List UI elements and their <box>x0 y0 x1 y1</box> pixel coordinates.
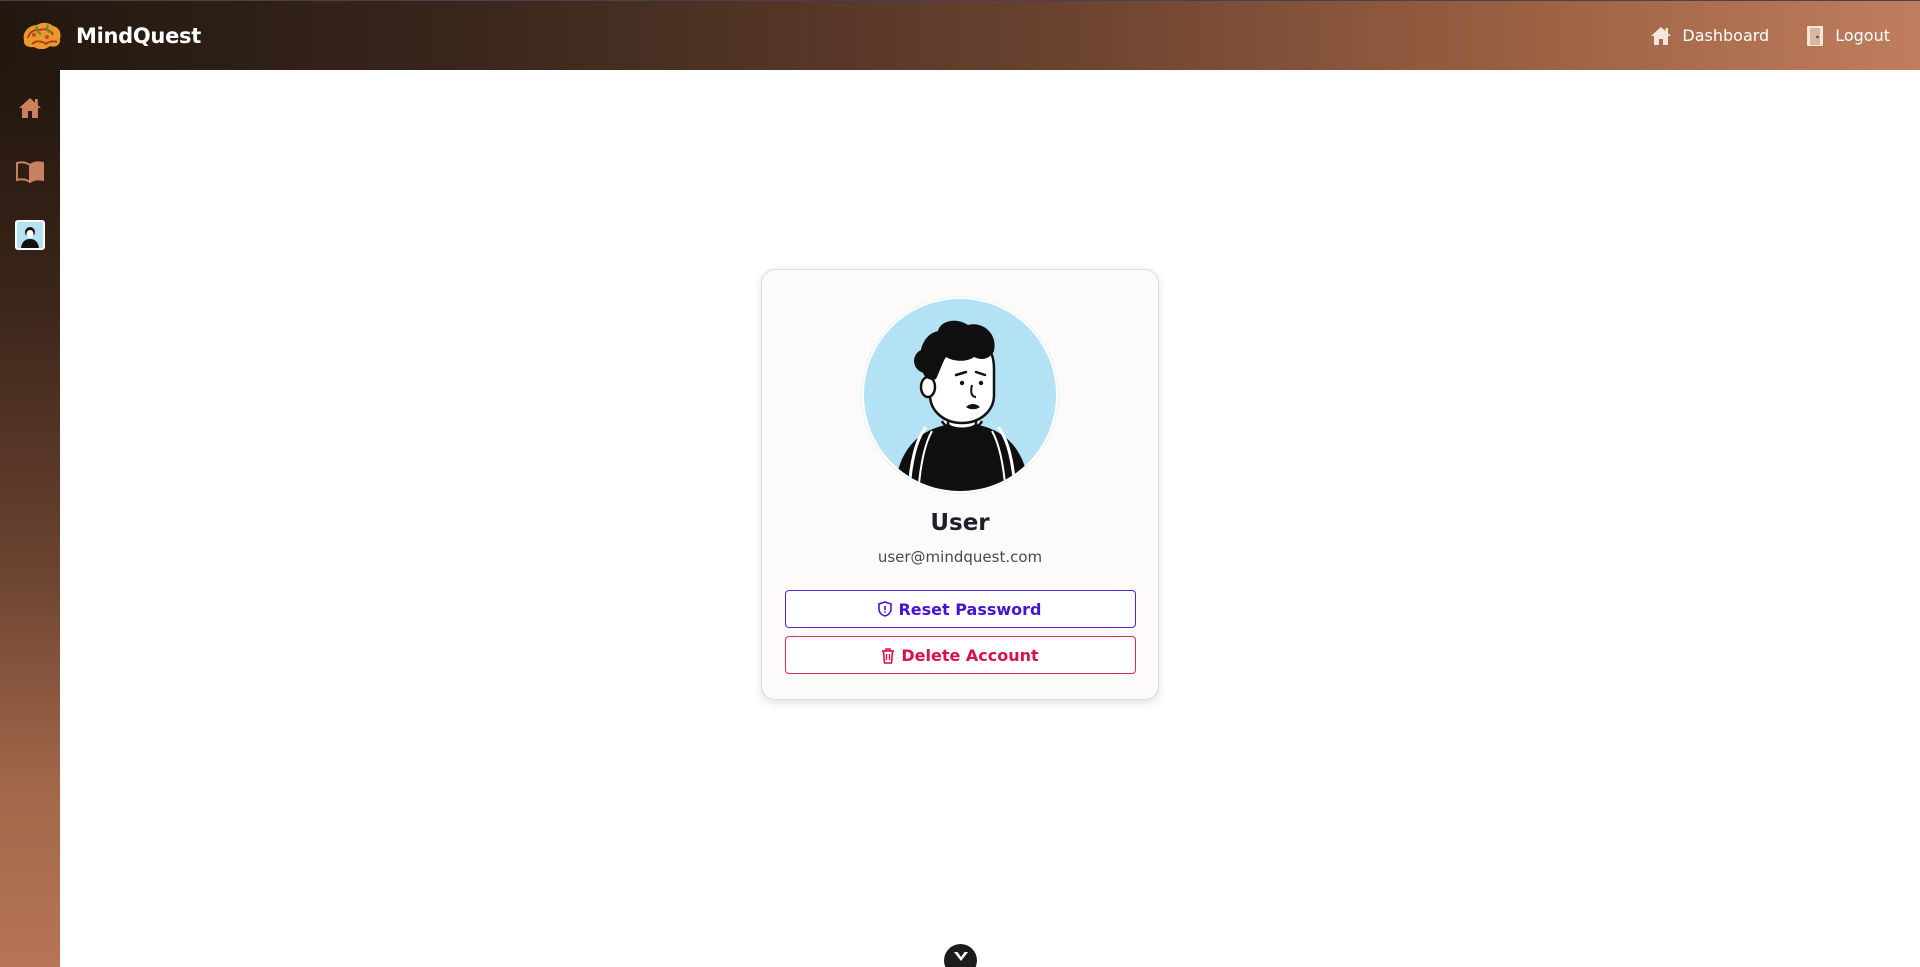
avatar <box>15 220 45 250</box>
sidebar-item-profile[interactable] <box>12 217 48 253</box>
vue-devtools-toggle[interactable] <box>944 944 977 967</box>
user-email: user@mindquest.com <box>877 548 1043 566</box>
profile-card: User user@mindquest.com Reset Password D… <box>761 269 1159 700</box>
top-navbar: MindQuest Dashboard Logout <box>0 0 1920 70</box>
door-icon <box>1807 25 1824 46</box>
reset-password-label: Reset Password <box>898 599 1042 619</box>
dashboard-label: Dashboard <box>1682 26 1770 45</box>
person-illustration <box>894 320 1030 491</box>
home-icon <box>1651 26 1672 45</box>
app-name: MindQuest <box>76 23 201 48</box>
sidebar-item-home[interactable] <box>12 90 48 126</box>
profile-avatar <box>862 297 1058 493</box>
sidebar-item-library[interactable] <box>12 154 48 190</box>
brain-logo-icon <box>23 22 61 49</box>
user-name: User <box>930 510 990 536</box>
delete-account-label: Delete Account <box>901 645 1039 665</box>
home-icon <box>19 98 41 118</box>
reset-password-button[interactable]: Reset Password <box>784 590 1136 628</box>
top-actions: Dashboard Logout <box>1614 25 1890 47</box>
sidebar <box>0 70 60 967</box>
trash-icon <box>882 647 895 664</box>
shield-icon <box>878 601 893 617</box>
logout-label: Logout <box>1835 26 1890 45</box>
person-avatar-icon <box>21 227 39 248</box>
delete-account-button[interactable]: Delete Account <box>784 636 1136 674</box>
brand[interactable]: MindQuest <box>20 20 201 52</box>
book-icon <box>16 161 44 183</box>
logout-link[interactable]: Logout <box>1805 25 1890 47</box>
dashboard-link[interactable]: Dashboard <box>1650 26 1769 46</box>
chevron-down-icon <box>953 952 968 961</box>
